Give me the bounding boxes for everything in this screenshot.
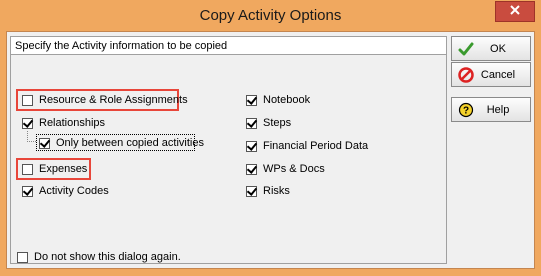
option-label: Activity Codes — [39, 185, 109, 197]
svg-text:?: ? — [463, 105, 469, 116]
option-activity-codes[interactable]: Activity Codes — [22, 183, 109, 199]
option-resource-role-assignments[interactable]: Resource & Role Assignments — [22, 92, 188, 108]
option-label: WPs & Docs — [263, 163, 325, 175]
options-panel: Specify the Activity information to be c… — [10, 36, 447, 264]
panel-header-text: Specify the Activity information to be c… — [15, 40, 228, 52]
checkbox[interactable] — [22, 117, 33, 129]
checkbox[interactable] — [246, 185, 257, 197]
help-label: Help — [486, 103, 510, 116]
option-label: Do not show this dialog again. — [34, 251, 181, 263]
option-relationships[interactable]: Relationships — [22, 115, 105, 131]
option-do-not-show-again[interactable]: Do not show this dialog again. — [17, 249, 181, 265]
ok-label: OK — [490, 42, 506, 55]
option-label: Expenses — [39, 163, 88, 175]
option-only-between-copied[interactable]: Only between copied activities — [39, 135, 204, 151]
option-label: Risks — [263, 185, 290, 197]
option-risks[interactable]: Risks — [246, 183, 290, 199]
checkbox[interactable] — [17, 251, 28, 263]
cancel-label: Cancel — [480, 68, 516, 81]
dialog-window: Copy Activity Options Specify the Activi… — [0, 0, 541, 276]
dialog-body: Specify the Activity information to be c… — [6, 31, 535, 269]
checkbox[interactable] — [22, 163, 33, 175]
option-steps[interactable]: Steps — [246, 115, 291, 131]
cancel-button[interactable]: Cancel — [451, 62, 531, 87]
close-button[interactable] — [495, 1, 535, 22]
help-question-icon: ? — [458, 102, 474, 118]
checkbox[interactable] — [22, 94, 33, 106]
title-bar[interactable]: Copy Activity Options — [0, 0, 541, 32]
tree-connector — [27, 131, 36, 142]
checkbox[interactable] — [246, 94, 257, 106]
option-label: Resource & Role Assignments — [39, 94, 188, 106]
close-icon — [510, 5, 520, 18]
help-button[interactable]: ? Help — [451, 97, 531, 122]
checkbox[interactable] — [22, 185, 33, 197]
checkbox[interactable] — [246, 163, 257, 175]
option-label: Financial Period Data — [263, 140, 369, 152]
dialog-title: Copy Activity Options — [199, 7, 342, 24]
option-label: Notebook — [263, 94, 311, 106]
checkbox[interactable] — [246, 140, 257, 152]
option-wps-docs[interactable]: WPs & Docs — [246, 161, 325, 177]
panel-header: Specify the Activity information to be c… — [11, 37, 446, 55]
checkbox[interactable] — [39, 137, 50, 149]
option-financial-period-data[interactable]: Financial Period Data — [246, 138, 368, 154]
option-label: Steps — [263, 117, 292, 129]
checkbox[interactable] — [246, 117, 257, 129]
option-notebook[interactable]: Notebook — [246, 92, 310, 108]
option-label: Only between copied activities — [56, 137, 204, 149]
no-entry-icon — [458, 66, 474, 83]
ok-button[interactable]: OK — [451, 36, 531, 61]
option-label: Relationships — [39, 117, 106, 129]
option-expenses[interactable]: Expenses — [22, 161, 87, 177]
checkmark-icon — [458, 41, 474, 57]
